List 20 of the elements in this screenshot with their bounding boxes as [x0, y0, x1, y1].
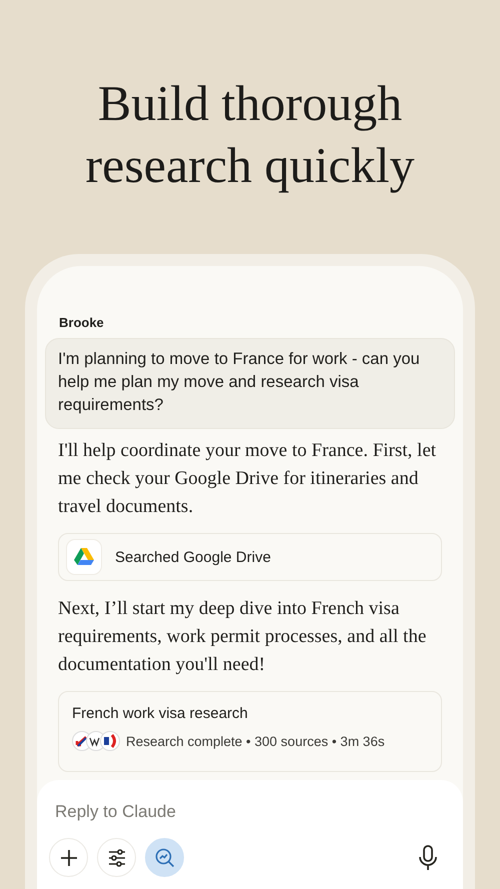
research-status: Research complete • 300 sources • 3m 36s — [126, 734, 385, 748]
research-button[interactable] — [145, 838, 184, 877]
source-icon — [100, 731, 120, 751]
research-title: French work visa research — [72, 705, 249, 722]
microphone-icon[interactable] — [417, 844, 439, 870]
research-card[interactable]: French work visa research Research complete • 300 sources • 3m 36s — [58, 691, 442, 772]
tool-label: Searched Google Drive — [115, 548, 271, 566]
assistant-message: Next, I’ll start my deep dive into French visa requirements, work permit processes, and all the documentation you'll need! — [58, 597, 428, 677]
headline: Build thorough research quickly — [84, 74, 416, 195]
user-message: I'm planning to move to France for work - can you help me plan my move and research visa requirements? — [45, 338, 455, 429]
add-button[interactable] — [49, 838, 88, 877]
assistant-message: I'll help coordinate your move to France. First, let me check your Google Drive for itineraries and travel documents. — [58, 439, 438, 519]
tool-result-card[interactable]: Searched Google Drive — [58, 533, 442, 581]
drive-icon — [67, 540, 101, 574]
user-name: Brooke — [59, 315, 104, 330]
settings-button[interactable] — [97, 838, 136, 877]
search-icon — [154, 846, 176, 868]
plus-icon — [58, 848, 78, 868]
sliders-icon — [106, 848, 126, 868]
reply-field[interactable]: Reply to Claude — [55, 802, 445, 822]
